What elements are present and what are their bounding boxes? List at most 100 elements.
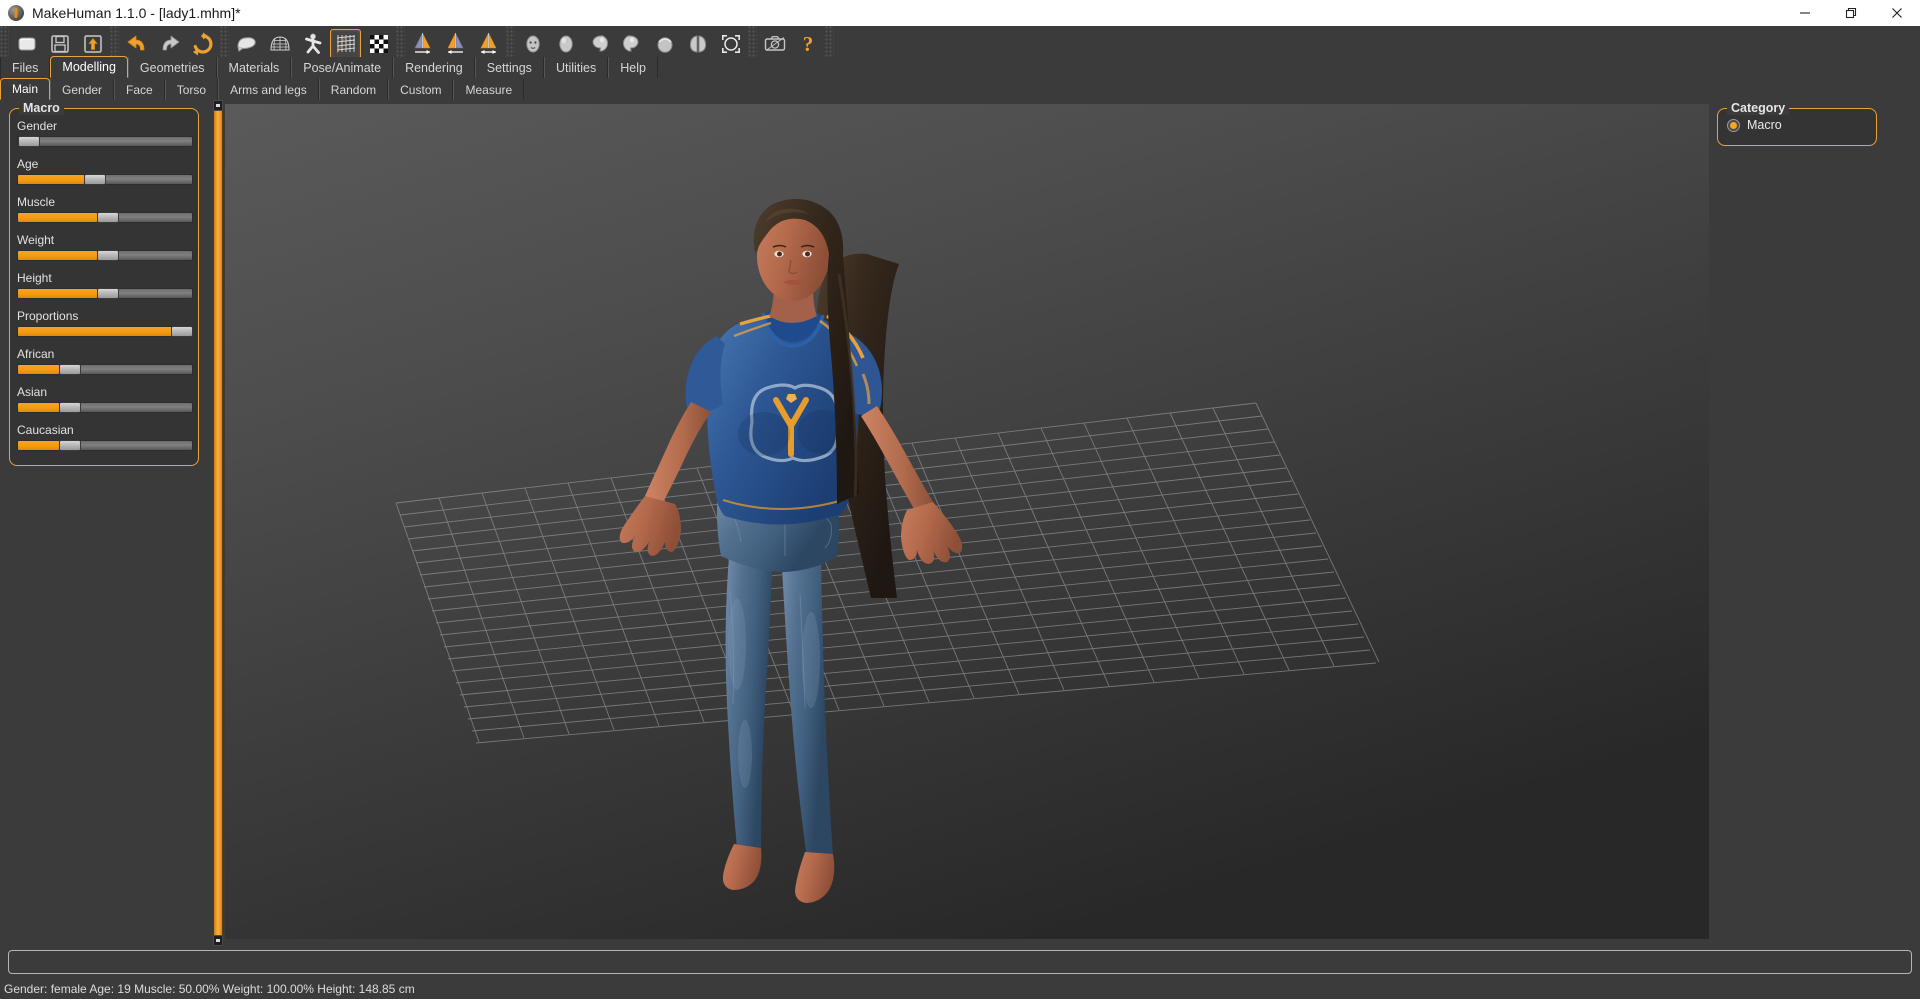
- slider-track-age[interactable]: [17, 174, 193, 185]
- minimize-button[interactable]: [1782, 0, 1828, 26]
- left-splitter-collapse-bottom[interactable]: [213, 935, 223, 946]
- main-tab-bar: Files Modelling Geometries Materials Pos…: [0, 57, 1920, 79]
- slider-track-muscle[interactable]: [17, 212, 193, 223]
- grid-icon[interactable]: [330, 29, 361, 60]
- macro-group-box: Macro Gender Age Muscle: [9, 108, 199, 466]
- subtab-torso[interactable]: Torso: [165, 79, 218, 100]
- tab-files[interactable]: Files: [0, 57, 50, 78]
- macro-group-title: Macro: [19, 101, 64, 115]
- top-view-icon[interactable]: [649, 29, 680, 60]
- undo-icon[interactable]: [121, 29, 152, 60]
- slider-track-asian[interactable]: [17, 402, 193, 413]
- side-split-icon[interactable]: [682, 29, 713, 60]
- title-bar: MakeHuman 1.1.0 - [lady1.mhm]*: [0, 0, 1920, 26]
- save-icon[interactable]: [44, 29, 75, 60]
- redo-icon[interactable]: [154, 29, 185, 60]
- slider-label-asian: Asian: [17, 385, 193, 399]
- progress-bar-area: [0, 946, 1920, 978]
- subtab-arms-and-legs[interactable]: Arms and legs: [218, 79, 319, 100]
- smooth-icon[interactable]: [231, 29, 262, 60]
- slider-handle-height: [97, 288, 119, 299]
- svg-text:?: ?: [802, 32, 813, 56]
- slider-age[interactable]: Age: [17, 157, 193, 185]
- symmetry-left-icon[interactable]: [440, 29, 471, 60]
- category-group-title: Category: [1727, 101, 1789, 115]
- tab-utilities[interactable]: Utilities: [544, 57, 608, 78]
- tab-pose-animate[interactable]: Pose/Animate: [291, 57, 393, 78]
- slider-track-gender[interactable]: [17, 136, 193, 147]
- slider-fill-african: [18, 365, 59, 374]
- 3d-viewport[interactable]: [225, 104, 1731, 939]
- slider-track-proportions[interactable]: [17, 326, 193, 337]
- slider-handle-gender: [18, 136, 40, 147]
- slider-handle-weight: [97, 250, 119, 261]
- reset-camera-icon[interactable]: [715, 29, 746, 60]
- slider-label-caucasian: Caucasian: [17, 423, 193, 437]
- slider-african[interactable]: African: [17, 347, 193, 375]
- symmetry-right-icon[interactable]: [407, 29, 438, 60]
- slider-fill-weight: [18, 251, 97, 260]
- slider-track-african[interactable]: [17, 364, 193, 375]
- slider-handle-african: [59, 364, 81, 375]
- grab-screen-icon[interactable]: [759, 29, 790, 60]
- left-splitter[interactable]: [213, 100, 223, 946]
- subtab-random[interactable]: Random: [319, 79, 388, 100]
- wireframe-icon[interactable]: [264, 29, 295, 60]
- subtab-main[interactable]: Main: [0, 78, 50, 100]
- tab-rendering[interactable]: Rendering: [393, 57, 475, 78]
- slider-gender[interactable]: Gender: [17, 119, 193, 147]
- pose-icon[interactable]: [297, 29, 328, 60]
- slider-handle-asian: [59, 402, 81, 413]
- new-icon[interactable]: [11, 29, 42, 60]
- back-view-icon[interactable]: [550, 29, 581, 60]
- slider-label-muscle: Muscle: [17, 195, 193, 209]
- workspace: Macro Gender Age Muscle: [0, 100, 1920, 946]
- load-icon[interactable]: [77, 29, 108, 60]
- slider-handle-proportions: [171, 326, 193, 337]
- category-option-macro[interactable]: Macro: [1727, 118, 1782, 132]
- slider-track-height[interactable]: [17, 288, 193, 299]
- slider-fill-caucasian: [18, 441, 59, 450]
- maximize-button[interactable]: [1828, 0, 1874, 26]
- slider-muscle[interactable]: Muscle: [17, 195, 193, 223]
- slider-asian[interactable]: Asian: [17, 385, 193, 413]
- slider-fill-asian: [18, 403, 59, 412]
- symmetry-both-icon[interactable]: [473, 29, 504, 60]
- slider-caucasian[interactable]: Caucasian: [17, 423, 193, 451]
- slider-fill-muscle: [18, 213, 97, 222]
- right-view-icon[interactable]: [616, 29, 647, 60]
- slider-label-proportions: Proportions: [17, 309, 193, 323]
- tab-help[interactable]: Help: [608, 57, 658, 78]
- left-dock-panel: Macro Gender Age Muscle: [0, 100, 211, 946]
- tab-materials[interactable]: Materials: [217, 57, 292, 78]
- slider-proportions[interactable]: Proportions: [17, 309, 193, 337]
- subtab-face[interactable]: Face: [114, 79, 165, 100]
- close-button[interactable]: [1874, 0, 1920, 26]
- status-bar: Gender: female Age: 19 Muscle: 50.00% We…: [0, 978, 1920, 999]
- tab-modelling[interactable]: Modelling: [50, 56, 128, 78]
- tab-settings[interactable]: Settings: [475, 57, 544, 78]
- window-title: MakeHuman 1.1.0 - [lady1.mhm]*: [32, 5, 241, 21]
- right-dock-panel: Category Macro: [1709, 100, 1920, 946]
- slider-track-caucasian[interactable]: [17, 440, 193, 451]
- slider-weight[interactable]: Weight: [17, 233, 193, 261]
- slider-label-african: African: [17, 347, 193, 361]
- background-icon[interactable]: [363, 29, 394, 60]
- slider-handle-caucasian: [59, 440, 81, 451]
- slider-height[interactable]: Height: [17, 271, 193, 299]
- subtab-gender[interactable]: Gender: [50, 79, 114, 100]
- slider-fill-proportions: [18, 327, 172, 336]
- slider-track-weight[interactable]: [17, 250, 193, 261]
- subtab-measure[interactable]: Measure: [453, 79, 524, 100]
- help-icon[interactable]: ?: [792, 29, 823, 60]
- window-controls: [1782, 0, 1920, 26]
- left-view-icon[interactable]: [583, 29, 614, 60]
- slider-handle-age: [84, 174, 106, 185]
- subtab-custom[interactable]: Custom: [388, 79, 453, 100]
- reset-icon[interactable]: [187, 29, 218, 60]
- left-splitter-collapse-top[interactable]: [213, 100, 223, 111]
- tab-geometries[interactable]: Geometries: [128, 57, 217, 78]
- slider-fill-height: [18, 289, 97, 298]
- category-option-label: Macro: [1747, 118, 1782, 132]
- front-view-icon[interactable]: [517, 29, 548, 60]
